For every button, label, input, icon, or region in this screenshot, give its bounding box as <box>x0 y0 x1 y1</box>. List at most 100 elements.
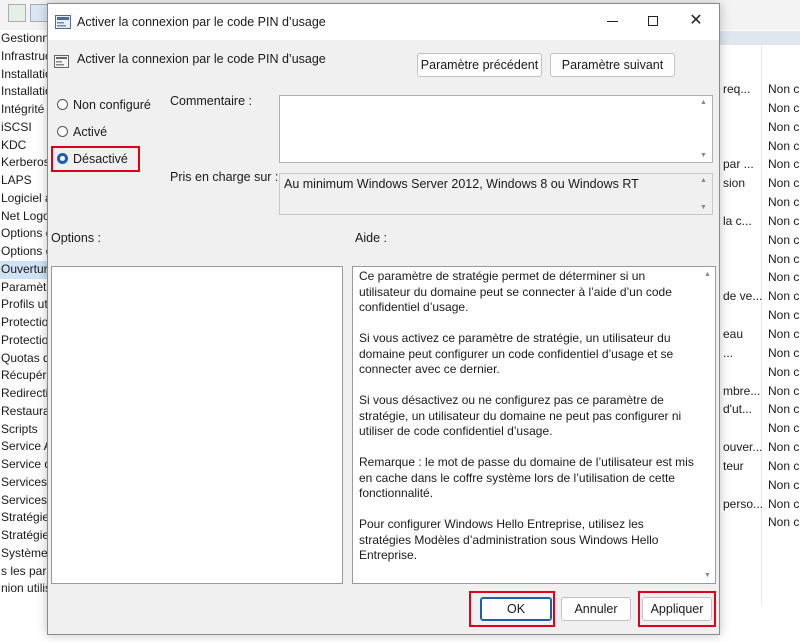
comment-scrollbar[interactable]: ▲ ▼ <box>697 95 711 163</box>
settings-row[interactable]: teur Non c <box>720 457 800 476</box>
settings-row[interactable]: Non c <box>720 118 800 137</box>
setting-state-cell: Non c <box>768 270 800 285</box>
settings-row[interactable]: Non c <box>720 231 800 250</box>
tree-item[interactable]: Stratégie <box>0 509 50 527</box>
settings-row[interactable]: req... Non c <box>720 80 800 99</box>
radio-not-configured[interactable]: Non configuré <box>57 96 151 114</box>
radio-label: Activé <box>73 125 108 139</box>
tree-item[interactable]: LAPS <box>0 172 50 190</box>
tree-item[interactable]: Service d <box>0 456 50 474</box>
settings-row[interactable]: Non c <box>720 306 800 325</box>
scroll-up-icon[interactable]: ▲ <box>704 271 711 279</box>
tree-item[interactable]: Stratégie <box>0 527 50 545</box>
settings-row[interactable]: de ve... Non c <box>720 287 800 306</box>
tree-item[interactable]: Ouvertur <box>0 260 50 279</box>
tree-item[interactable]: Service A <box>0 438 50 456</box>
settings-row[interactable]: ... Non c <box>720 344 800 363</box>
setting-state-cell: Non c <box>768 515 800 530</box>
dialog-titlebar[interactable]: Activer la connexion par le code PIN d’u… <box>48 4 719 40</box>
settings-row[interactable]: Non c <box>720 99 800 118</box>
highlight-box-apply <box>638 591 716 627</box>
tree-item[interactable]: Installatio <box>0 66 50 84</box>
setting-state-cell: Non c <box>768 364 800 379</box>
settings-row[interactable]: par ... Non c <box>720 155 800 174</box>
tree-item[interactable]: Protectio <box>0 332 50 350</box>
supported-scrollbar[interactable]: ▲ ▼ <box>697 173 711 215</box>
tree-item[interactable]: Options d <box>0 225 50 243</box>
setting-state-cell: Non c <box>768 440 800 455</box>
settings-row[interactable]: Non c <box>720 476 800 495</box>
setting-state-cell: Non c <box>768 213 800 228</box>
setting-state-cell: Non c <box>768 345 800 360</box>
tree-item[interactable]: Scripts <box>0 421 50 439</box>
settings-row[interactable]: ouver... Non c <box>720 438 800 457</box>
settings-row[interactable]: Non c <box>720 419 800 438</box>
radio-circle-icon <box>57 99 68 111</box>
tree-item[interactable]: Quotas d <box>0 350 50 368</box>
settings-row[interactable]: perso... Non c <box>720 495 800 514</box>
tree-item[interactable]: Kerberos <box>0 154 50 172</box>
scroll-up-icon[interactable]: ▲ <box>700 99 707 107</box>
help-scrollbar[interactable]: ▲ ▼ <box>701 267 715 583</box>
help-panel[interactable]: Ce paramètre de stratégie permet de déte… <box>352 266 716 584</box>
tree-item[interactable]: Gestionn <box>0 30 50 48</box>
setting-state-cell: Non c <box>768 477 800 492</box>
settings-row[interactable]: mbre... Non c <box>720 382 800 401</box>
settings-row[interactable]: d'ut... Non c <box>720 400 800 419</box>
maximize-button[interactable] <box>639 8 669 34</box>
settings-row[interactable]: eau Non c <box>720 325 800 344</box>
tree-item[interactable]: nion utilis <box>0 580 50 598</box>
tree-item[interactable]: Services <box>0 474 50 492</box>
setting-state-cell: Non c <box>768 138 800 153</box>
comment-textarea[interactable] <box>279 95 713 163</box>
forward-icon[interactable] <box>8 4 26 22</box>
tree-item[interactable]: Services <box>0 492 50 510</box>
tree-item[interactable]: Profils ut <box>0 296 50 314</box>
tree-item[interactable]: Restaurat <box>0 403 50 421</box>
scroll-down-icon[interactable]: ▼ <box>700 152 707 160</box>
previous-setting-button[interactable]: Paramètre précédent <box>417 53 542 77</box>
close-icon: ✕ <box>689 12 703 29</box>
tree-item[interactable]: s les para <box>0 563 50 581</box>
tree-item[interactable]: Paramètr <box>0 279 50 297</box>
help-paragraph: Si vous activez ce paramètre de stratégi… <box>359 331 674 376</box>
settings-row[interactable]: sion Non c <box>720 174 800 193</box>
tree-item[interactable]: Protectio <box>0 314 50 332</box>
cancel-button[interactable]: Annuler <box>561 597 631 621</box>
settings-row[interactable]: Non c <box>720 513 800 532</box>
settings-row[interactable]: la c... Non c <box>720 212 800 231</box>
tree-item[interactable]: Intégrité <box>0 101 50 119</box>
tree-item[interactable]: Récupéra <box>0 367 50 385</box>
radio-enabled[interactable]: Activé <box>57 123 107 141</box>
scroll-up-icon[interactable]: ▲ <box>700 177 707 185</box>
setting-name-cell: d'ut... <box>723 402 752 417</box>
setting-state-cell: Non c <box>768 82 800 96</box>
close-button[interactable]: ✕ <box>681 8 711 34</box>
tree-item[interactable]: Options d <box>0 243 50 261</box>
tree-item[interactable]: Redirecti <box>0 385 50 403</box>
setting-state-cell: Non c <box>768 100 800 115</box>
policy-name: Activer la connexion par le code PIN d’u… <box>77 52 326 66</box>
tree-item[interactable]: Net Logo <box>0 208 50 226</box>
minimize-button[interactable] <box>598 8 628 34</box>
tree-item[interactable]: Installatio <box>0 83 50 101</box>
scroll-down-icon[interactable]: ▼ <box>704 572 711 580</box>
setting-state-cell: Non c <box>768 326 800 341</box>
help-text: Ce paramètre de stratégie permet de déte… <box>359 269 695 579</box>
settings-row[interactable]: Non c <box>720 137 800 156</box>
options-label: Options : <box>51 231 102 245</box>
tree-item[interactable]: iSCSI <box>0 119 50 137</box>
settings-row[interactable]: Non c <box>720 250 800 269</box>
tree-item[interactable]: Infrastruc <box>0 48 50 66</box>
tree-item[interactable]: KDC <box>0 137 50 155</box>
setting-name-cell: la c... <box>723 213 752 228</box>
settings-row[interactable]: Non c <box>720 268 800 287</box>
scroll-down-icon[interactable]: ▼ <box>700 204 707 212</box>
tree-item[interactable]: Système <box>0 545 50 563</box>
view-icon[interactable] <box>30 4 48 22</box>
tree-item[interactable]: Logiciel a <box>0 190 50 208</box>
settings-row[interactable]: Non c <box>720 363 800 382</box>
settings-row[interactable]: Non c <box>720 193 800 212</box>
next-setting-button[interactable]: Paramètre suivant <box>550 53 675 77</box>
setting-name-cell: de ve... <box>723 289 763 304</box>
